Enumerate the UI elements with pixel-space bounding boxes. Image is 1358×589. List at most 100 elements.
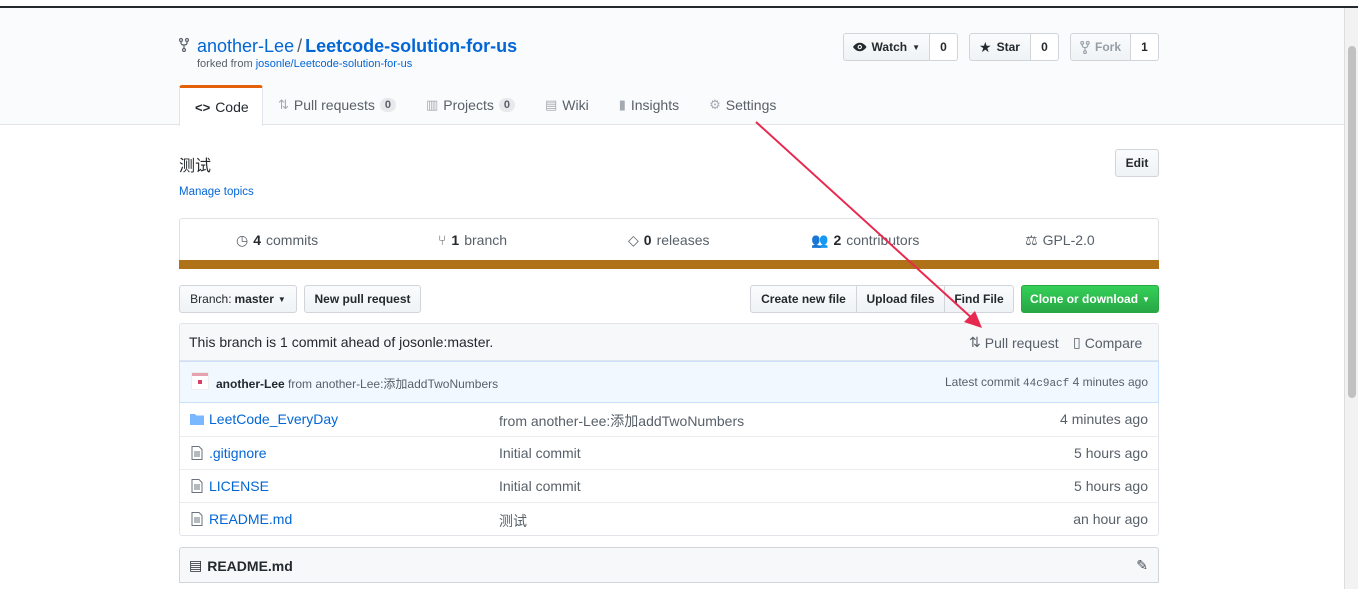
- contributors-count: 2: [833, 232, 842, 248]
- tab-pull-requests-label: Pull requests: [293, 97, 375, 113]
- watch-count[interactable]: 0: [930, 33, 958, 61]
- file-commit-message[interactable]: 测试: [499, 511, 527, 531]
- watch-button[interactable]: Watch ▼: [843, 33, 930, 61]
- repo-owner-link[interactable]: another-Lee: [197, 36, 294, 56]
- tab-insights-label: Insights: [630, 97, 680, 113]
- branch-label: branch: [464, 232, 508, 248]
- repo-description: 测试: [179, 158, 212, 175]
- window-top-border: [0, 0, 1358, 8]
- project-icon: ▥: [425, 97, 439, 112]
- releases-count: 0: [643, 232, 652, 248]
- clone-or-download-button[interactable]: Clone or download ▼: [1021, 285, 1159, 313]
- pull-request-link[interactable]: ⇅ Pull request: [969, 334, 1059, 351]
- repo-name-link[interactable]: Leetcode-solution-for-us: [305, 36, 517, 56]
- compare-label: Compare: [1084, 334, 1143, 351]
- license-summary[interactable]: ⚖ GPL-2.0: [1025, 219, 1095, 261]
- branch-name: master: [234, 292, 274, 306]
- license-label: GPL-2.0: [1042, 232, 1095, 248]
- projects-counter: 0: [498, 98, 515, 112]
- commit-message[interactable]: from another-Lee:添加addTwoNumbers: [288, 377, 498, 391]
- language-bar[interactable]: [179, 260, 1159, 269]
- forked-source-link[interactable]: josonle/Leetcode-solution-for-us: [256, 58, 413, 70]
- contributors-label: contributors: [846, 232, 920, 248]
- latest-commit-label: Latest commit: [945, 375, 1020, 389]
- eye-icon: [853, 42, 867, 52]
- table-row: README.md 测试 an hour ago: [180, 502, 1158, 535]
- commits-count: 4: [253, 232, 262, 248]
- file-commit-message[interactable]: Initial commit: [499, 478, 581, 494]
- tab-insights[interactable]: ▮ Insights: [604, 85, 694, 125]
- file-age: 5 hours ago: [1074, 478, 1148, 494]
- fork-count[interactable]: 1: [1131, 33, 1159, 61]
- file-age: 4 minutes ago: [1060, 411, 1148, 427]
- table-row: LeetCode_EveryDay from another-Lee:添加add…: [180, 403, 1158, 436]
- repo-separator: /: [297, 36, 303, 56]
- file-name-link[interactable]: README.md: [209, 511, 292, 527]
- tag-icon: ◇: [628, 231, 639, 248]
- pencil-icon[interactable]: ✎: [1136, 557, 1148, 574]
- commit-author[interactable]: another-Lee: [216, 377, 285, 391]
- chevron-down-icon: ▼: [1142, 294, 1150, 304]
- file-icon: [191, 512, 203, 526]
- star-group: ★ Star 0: [969, 33, 1059, 61]
- graph-icon: ▮: [618, 97, 626, 112]
- commit-sha-link[interactable]: 44c9acf: [1023, 378, 1069, 390]
- edit-description-button[interactable]: Edit: [1115, 149, 1159, 177]
- file-icon: [191, 479, 203, 493]
- diff-icon: ▯: [1073, 334, 1081, 350]
- vertical-scrollbar[interactable]: [1344, 8, 1358, 589]
- scrollbar-thumb[interactable]: [1348, 46, 1356, 398]
- star-button[interactable]: ★ Star: [969, 33, 1031, 61]
- tab-wiki-label: Wiki: [562, 97, 589, 113]
- clone-label: Clone or download: [1030, 292, 1139, 306]
- commits-label: commits: [266, 232, 319, 248]
- branch-summary[interactable]: ⑂ 1 branch: [438, 219, 507, 261]
- file-table: LeetCode_EveryDay from another-Lee:添加add…: [179, 403, 1159, 536]
- branch-select-button[interactable]: Branch: master ▼: [179, 285, 297, 313]
- tab-pull-requests[interactable]: ⇅ Pull requests 0: [263, 85, 411, 125]
- latest-commit-bar: another-Lee from another-Lee:添加addTwoNum…: [179, 361, 1159, 403]
- fork-icon: [1080, 40, 1090, 54]
- readme-title: ▤ README.md: [189, 557, 293, 574]
- new-pull-request-button[interactable]: New pull request: [304, 285, 421, 313]
- readme-header: ▤ README.md ✎: [179, 547, 1159, 583]
- book-icon: ▤: [189, 557, 203, 573]
- law-icon: ⚖: [1025, 231, 1038, 248]
- fork-group: Fork 1: [1070, 33, 1159, 61]
- watch-group: Watch ▼ 0: [843, 33, 958, 61]
- pull-request-label: Pull request: [984, 334, 1059, 351]
- repo-forked-icon: [178, 37, 191, 55]
- upload-files-button[interactable]: Upload files: [856, 285, 945, 313]
- find-file-button[interactable]: Find File: [944, 285, 1014, 313]
- avatar[interactable]: [191, 372, 209, 390]
- file-name-link[interactable]: LICENSE: [209, 478, 269, 494]
- tab-settings[interactable]: ⚙ Settings: [694, 85, 791, 125]
- folder-icon: [190, 414, 204, 425]
- forked-prefix: forked from: [197, 58, 253, 70]
- table-row: LICENSE Initial commit 5 hours ago: [180, 469, 1158, 502]
- releases-summary[interactable]: ◇ 0 releases: [628, 219, 710, 261]
- fork-button[interactable]: Fork: [1070, 33, 1131, 61]
- contributors-summary[interactable]: 👥 2 contributors: [811, 219, 919, 261]
- manage-topics-link[interactable]: Manage topics: [179, 186, 254, 198]
- file-commit-message[interactable]: from another-Lee:添加addTwoNumbers: [499, 411, 744, 431]
- compare-link[interactable]: ▯ Compare: [1073, 334, 1142, 351]
- watch-label: Watch: [871, 40, 908, 54]
- pr-icon: ⇅: [278, 97, 289, 112]
- tab-wiki[interactable]: ▤ Wiki: [530, 85, 604, 125]
- readme-title-label: README.md: [207, 557, 293, 574]
- branch-count: 1: [451, 232, 460, 248]
- tab-code[interactable]: <> Code: [179, 85, 263, 126]
- table-row: .gitignore Initial commit 5 hours ago: [180, 436, 1158, 469]
- star-icon: ★: [979, 38, 992, 55]
- file-name-link[interactable]: LeetCode_EveryDay: [209, 411, 338, 427]
- file-name-link[interactable]: .gitignore: [209, 445, 267, 461]
- star-count[interactable]: 0: [1031, 33, 1059, 61]
- commits-summary[interactable]: ◷ 4 commits: [236, 219, 318, 261]
- file-icon: [191, 446, 203, 460]
- create-new-file-button[interactable]: Create new file: [750, 285, 857, 313]
- file-commit-message[interactable]: Initial commit: [499, 445, 581, 461]
- repo-title: another-Lee / Leetcode-solution-for-us: [178, 36, 517, 57]
- tab-projects[interactable]: ▥ Projects 0: [411, 85, 530, 125]
- branch-icon: ⑂: [438, 232, 447, 248]
